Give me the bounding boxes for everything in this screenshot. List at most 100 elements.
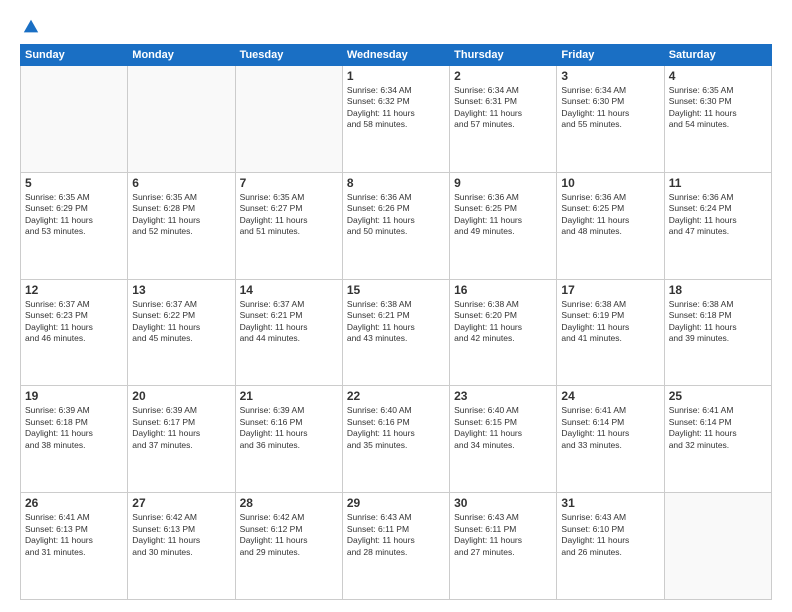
day-number: 11 [669,176,767,190]
day-number: 21 [240,389,338,403]
day-number: 7 [240,176,338,190]
day-number: 15 [347,283,445,297]
calendar-day-cell: 5Sunrise: 6:35 AM Sunset: 6:29 PM Daylig… [21,172,128,279]
calendar-day-cell: 20 Sunrise: 6:39 AM Sunset: 6:17 PM Dayli… [128,386,235,493]
day-number: 6 [132,176,230,190]
day-number: 5 [25,176,123,190]
day-info: Sunrise: 6:34 AM Sunset: 6:31 PM Dayligh… [454,85,552,131]
calendar-day-cell: 1 Sunrise: 6:34 AM Sunset: 6:32 PM Daylig… [342,66,449,173]
calendar-day-cell: 4 Sunrise: 6:35 AM Sunset: 6:30 PM Daylig… [664,66,771,173]
day-number: 8 [347,176,445,190]
day-info: Sunrise: 6:34 AM Sunset: 6:30 PM Dayligh… [561,85,659,131]
day-info: Sunrise: 6:37 AM Sunset: 6:22 PM Dayligh… [132,299,230,345]
calendar-week-row: 19 Sunrise: 6:39 AM Sunset: 6:18 PM Dayli… [21,386,772,493]
day-number: 14 [240,283,338,297]
logo-icon [22,18,40,36]
empty-cell [128,66,235,173]
empty-cell [235,66,342,173]
day-info: Sunrise: 6:37 AM Sunset: 6:21 PM Dayligh… [240,299,338,345]
day-number: 17 [561,283,659,297]
day-number: 30 [454,496,552,510]
day-number: 23 [454,389,552,403]
day-info: Sunrise: 6:43 AM Sunset: 6:10 PM Dayligh… [561,512,659,558]
day-number: 29 [347,496,445,510]
weekday-header-sunday: Sunday [21,45,128,66]
weekday-header-wednesday: Wednesday [342,45,449,66]
calendar-table: SundayMondayTuesdayWednesdayThursdayFrid… [20,44,772,600]
day-info: Sunrise: 6:36 AM Sunset: 6:25 PM Dayligh… [454,192,552,238]
day-info: Sunrise: 6:42 AM Sunset: 6:13 PM Dayligh… [132,512,230,558]
day-number: 24 [561,389,659,403]
header [20,18,772,36]
calendar-week-row: 26 Sunrise: 6:41 AM Sunset: 6:13 PM Dayli… [21,493,772,600]
calendar-day-cell: 19 Sunrise: 6:39 AM Sunset: 6:18 PM Dayli… [21,386,128,493]
day-info: Sunrise: 6:38 AM Sunset: 6:21 PM Dayligh… [347,299,445,345]
calendar-day-cell: 16 Sunrise: 6:38 AM Sunset: 6:20 PM Dayli… [450,279,557,386]
calendar-week-row: 5Sunrise: 6:35 AM Sunset: 6:29 PM Daylig… [21,172,772,279]
day-number: 22 [347,389,445,403]
day-info: Sunrise: 6:42 AM Sunset: 6:12 PM Dayligh… [240,512,338,558]
weekday-header-row: SundayMondayTuesdayWednesdayThursdayFrid… [21,45,772,66]
day-info: Sunrise: 6:39 AM Sunset: 6:17 PM Dayligh… [132,405,230,451]
weekday-header-friday: Friday [557,45,664,66]
calendar-day-cell: 17 Sunrise: 6:38 AM Sunset: 6:19 PM Dayli… [557,279,664,386]
day-number: 1 [347,69,445,83]
calendar-day-cell: 12 Sunrise: 6:37 AM Sunset: 6:23 PM Dayli… [21,279,128,386]
day-info: Sunrise: 6:36 AM Sunset: 6:24 PM Dayligh… [669,192,767,238]
day-info: Sunrise: 6:35 AM Sunset: 6:27 PM Dayligh… [240,192,338,238]
calendar-day-cell: 24 Sunrise: 6:41 AM Sunset: 6:14 PM Dayli… [557,386,664,493]
day-info: Sunrise: 6:39 AM Sunset: 6:16 PM Dayligh… [240,405,338,451]
calendar-week-row: 12 Sunrise: 6:37 AM Sunset: 6:23 PM Dayli… [21,279,772,386]
calendar-day-cell: 10Sunrise: 6:36 AM Sunset: 6:25 PM Dayli… [557,172,664,279]
calendar-day-cell: 25 Sunrise: 6:41 AM Sunset: 6:14 PM Dayli… [664,386,771,493]
calendar-day-cell: 9 Sunrise: 6:36 AM Sunset: 6:25 PM Daylig… [450,172,557,279]
calendar-day-cell: 27 Sunrise: 6:42 AM Sunset: 6:13 PM Dayli… [128,493,235,600]
calendar-day-cell: 29 Sunrise: 6:43 AM Sunset: 6:11 PM Dayli… [342,493,449,600]
day-info: Sunrise: 6:37 AM Sunset: 6:23 PM Dayligh… [25,299,123,345]
day-number: 26 [25,496,123,510]
day-info: Sunrise: 6:36 AM Sunset: 6:26 PM Dayligh… [347,192,445,238]
weekday-header-tuesday: Tuesday [235,45,342,66]
day-number: 3 [561,69,659,83]
day-number: 9 [454,176,552,190]
day-number: 25 [669,389,767,403]
page: SundayMondayTuesdayWednesdayThursdayFrid… [0,0,792,612]
calendar-week-row: 1 Sunrise: 6:34 AM Sunset: 6:32 PM Daylig… [21,66,772,173]
logo [20,18,40,36]
day-number: 10 [561,176,659,190]
day-info: Sunrise: 6:41 AM Sunset: 6:14 PM Dayligh… [669,405,767,451]
calendar-day-cell: 6 Sunrise: 6:35 AM Sunset: 6:28 PM Daylig… [128,172,235,279]
calendar-day-cell: 30 Sunrise: 6:43 AM Sunset: 6:11 PM Dayli… [450,493,557,600]
day-info: Sunrise: 6:38 AM Sunset: 6:19 PM Dayligh… [561,299,659,345]
calendar-day-cell: 7 Sunrise: 6:35 AM Sunset: 6:27 PM Daylig… [235,172,342,279]
day-number: 27 [132,496,230,510]
day-number: 2 [454,69,552,83]
calendar-day-cell: 22 Sunrise: 6:40 AM Sunset: 6:16 PM Dayli… [342,386,449,493]
calendar-day-cell: 31Sunrise: 6:43 AM Sunset: 6:10 PM Dayli… [557,493,664,600]
day-info: Sunrise: 6:35 AM Sunset: 6:30 PM Dayligh… [669,85,767,131]
day-info: Sunrise: 6:34 AM Sunset: 6:32 PM Dayligh… [347,85,445,131]
day-info: Sunrise: 6:43 AM Sunset: 6:11 PM Dayligh… [454,512,552,558]
weekday-header-saturday: Saturday [664,45,771,66]
empty-cell [664,493,771,600]
calendar-day-cell: 11 Sunrise: 6:36 AM Sunset: 6:24 PM Dayli… [664,172,771,279]
calendar-day-cell: 26 Sunrise: 6:41 AM Sunset: 6:13 PM Dayli… [21,493,128,600]
day-number: 20 [132,389,230,403]
calendar-day-cell: 13Sunrise: 6:37 AM Sunset: 6:22 PM Dayli… [128,279,235,386]
day-info: Sunrise: 6:38 AM Sunset: 6:20 PM Dayligh… [454,299,552,345]
day-info: Sunrise: 6:40 AM Sunset: 6:16 PM Dayligh… [347,405,445,451]
day-info: Sunrise: 6:38 AM Sunset: 6:18 PM Dayligh… [669,299,767,345]
day-info: Sunrise: 6:43 AM Sunset: 6:11 PM Dayligh… [347,512,445,558]
calendar-day-cell: 14 Sunrise: 6:37 AM Sunset: 6:21 PM Dayli… [235,279,342,386]
day-number: 4 [669,69,767,83]
day-info: Sunrise: 6:41 AM Sunset: 6:13 PM Dayligh… [25,512,123,558]
weekday-header-monday: Monday [128,45,235,66]
day-number: 19 [25,389,123,403]
day-number: 16 [454,283,552,297]
day-info: Sunrise: 6:39 AM Sunset: 6:18 PM Dayligh… [25,405,123,451]
day-number: 18 [669,283,767,297]
day-info: Sunrise: 6:35 AM Sunset: 6:28 PM Dayligh… [132,192,230,238]
day-number: 12 [25,283,123,297]
weekday-header-thursday: Thursday [450,45,557,66]
day-info: Sunrise: 6:41 AM Sunset: 6:14 PM Dayligh… [561,405,659,451]
